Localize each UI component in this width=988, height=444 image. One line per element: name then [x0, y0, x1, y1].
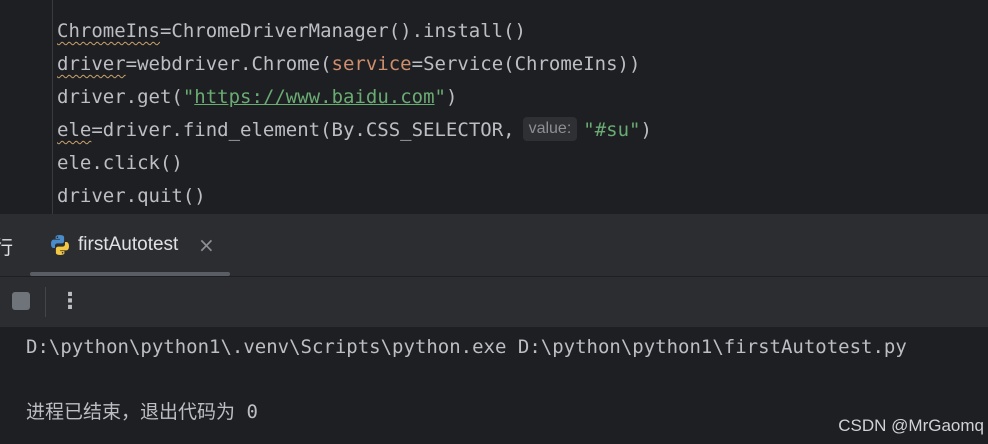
code-string: "#su": [583, 119, 641, 141]
code-token: ChromeIns: [57, 20, 160, 42]
tab-label: firstAutotest: [78, 234, 179, 255]
code-line-4[interactable]: ele=driver.find_element(By.CSS_SELECTOR,…: [57, 114, 652, 147]
run-tab-firstautotest[interactable]: firstAutotest ×: [30, 214, 230, 276]
code-line-5[interactable]: ele.click(): [57, 147, 183, 180]
tool-window-title: 行: [0, 237, 14, 259]
code-token: =ChromeDriverManager().install(): [159, 20, 526, 42]
code-token: ele.click(): [57, 152, 183, 174]
code-token: driver.get(: [57, 86, 183, 108]
code-token: driver.quit(): [57, 185, 206, 207]
stop-icon[interactable]: [12, 292, 30, 310]
code-line-2[interactable]: driver=webdriver.Chrome(service=Service(…: [57, 48, 640, 81]
close-icon[interactable]: ×: [198, 233, 215, 257]
console-exit-message: 进程已结束，退出代码为 0: [26, 401, 258, 423]
code-token: =driver.find_element(By.CSS_SELECTOR,: [91, 119, 515, 141]
run-tool-window-header: 行 firstAutotest ×: [0, 214, 988, 277]
parameter-hint: value:: [522, 117, 578, 141]
code-token: ): [640, 119, 652, 141]
python-icon: [51, 235, 69, 255]
code-line-3[interactable]: driver.get("https://www.baidu.com"): [57, 81, 457, 114]
code-line-6[interactable]: driver.quit(): [57, 180, 206, 213]
code-editor[interactable]: ChromeIns=ChromeDriverManager().install(…: [0, 0, 988, 214]
code-token: =webdriver.Chrome(: [125, 53, 332, 75]
toolbar-divider: [45, 287, 46, 317]
run-toolbar: ⋮: [0, 277, 988, 327]
more-vertical-icon[interactable]: ⋮: [58, 288, 82, 316]
console-output[interactable]: D:\python\python1\.venv\Scripts\python.e…: [0, 327, 988, 444]
code-token: ele: [57, 119, 92, 141]
code-line-1[interactable]: ChromeIns=ChromeDriverManager().install(…: [57, 15, 526, 48]
code-string-url[interactable]: "https://www.baidu.com": [183, 86, 446, 108]
watermark: CSDN @MrGaomq: [838, 416, 984, 435]
active-tab-indicator: [30, 272, 230, 276]
console-command-line: D:\python\python1\.venv\Scripts\python.e…: [26, 336, 907, 358]
code-token: =Service(ChromeIns)): [411, 53, 641, 75]
code-token: ): [445, 86, 458, 108]
url-link[interactable]: https://www.baidu.com: [194, 86, 434, 108]
indent-guide: [52, 0, 53, 214]
code-token: driver: [57, 53, 126, 75]
code-keyword-arg: service: [331, 53, 412, 75]
